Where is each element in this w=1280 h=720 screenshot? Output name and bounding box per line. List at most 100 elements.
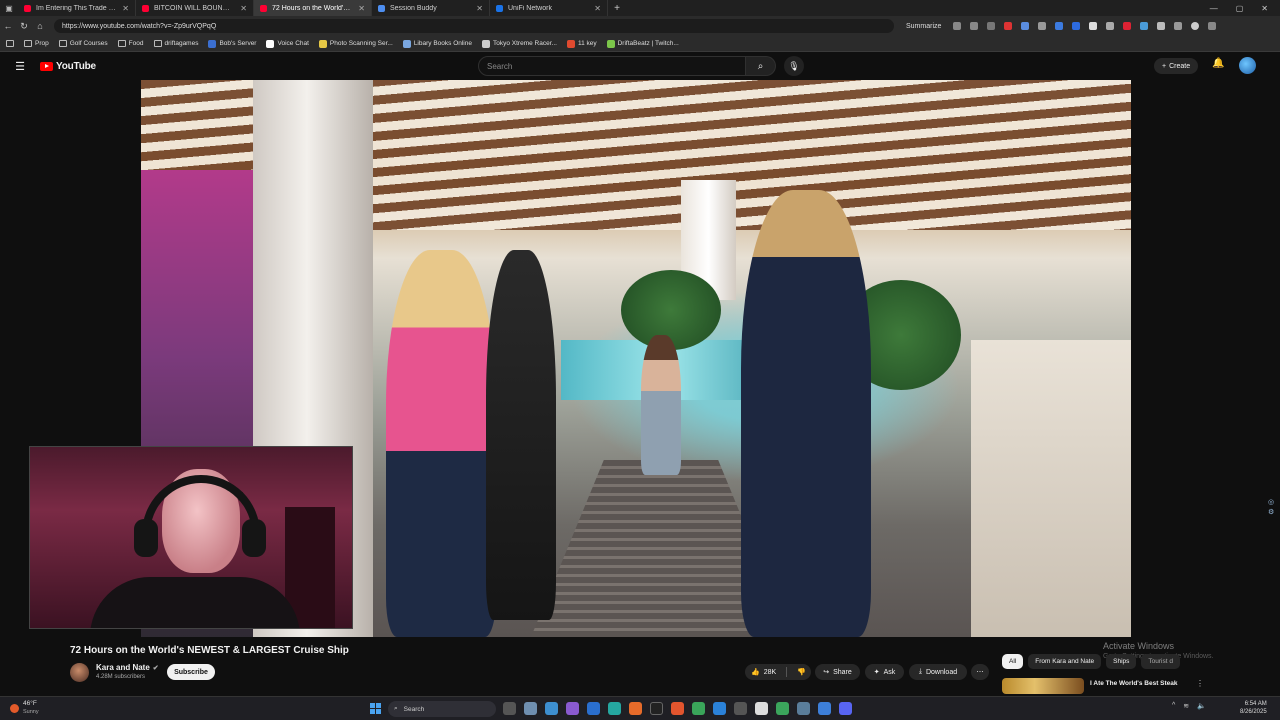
settings-icon[interactable]: ⚙	[1268, 508, 1278, 516]
profile-icon[interactable]	[1191, 22, 1200, 30]
app-icon[interactable]	[734, 702, 747, 715]
extension-icon[interactable]	[1106, 22, 1115, 30]
guide-menu-icon[interactable]: ☰	[0, 60, 40, 73]
browser-tab[interactable]: Im Entering This Trade NOW... ✕	[18, 0, 136, 16]
extension-icon[interactable]	[1089, 22, 1098, 30]
close-tab-icon[interactable]: ✕	[240, 4, 247, 13]
app-icon[interactable]	[545, 702, 558, 715]
dislike-icon[interactable]: 👎	[797, 668, 806, 676]
summarize-button[interactable]: Summarize	[906, 23, 941, 30]
app-icon[interactable]	[587, 702, 600, 715]
maximize-icon[interactable]: ▢	[1236, 4, 1244, 13]
channel-avatar[interactable]	[70, 663, 89, 682]
browser-menu-icon[interactable]: ▣	[0, 0, 18, 16]
browser-tab[interactable]: UniFi Network ✕	[490, 0, 608, 16]
windows-start-icon[interactable]	[370, 703, 381, 714]
copilot-icon[interactable]: ◎	[1268, 498, 1278, 506]
bookmark-item[interactable]: driftagames	[153, 40, 198, 47]
star-icon[interactable]	[987, 22, 996, 30]
filter-chip[interactable]: All	[1002, 654, 1024, 669]
tray-chevron-icon[interactable]: ^	[1172, 702, 1175, 710]
extension-icon[interactable]	[1055, 22, 1064, 30]
bookmark-item[interactable]: DriftaBeatz | Twitch...	[606, 39, 679, 48]
extension-icon[interactable]	[1038, 22, 1047, 30]
app-icon[interactable]	[692, 702, 705, 715]
wifi-icon[interactable]: ≋	[1183, 702, 1189, 710]
recommendation-thumbnail[interactable]	[1002, 678, 1084, 694]
bookmarks-menu-icon[interactable]	[6, 40, 14, 47]
like-icon[interactable]: 👍	[751, 668, 760, 676]
close-tab-icon[interactable]: ✕	[122, 4, 129, 13]
browser-tab[interactable]: BITCOIN WILL BOUNCE SOON AT... ✕	[136, 0, 254, 16]
bookmark-item[interactable]: Tokyo Xtreme Racer...	[481, 39, 557, 48]
app-icon[interactable]	[797, 702, 810, 715]
new-tab-button[interactable]: +	[608, 3, 626, 14]
ask-button[interactable]: ✦ Ask	[865, 664, 904, 680]
volume-icon[interactable]: 🔈	[1197, 702, 1206, 710]
bookmark-item[interactable]: Bob's Server	[208, 39, 256, 48]
settings-app-icon[interactable]	[524, 702, 537, 715]
bookmark-item[interactable]: Food	[117, 40, 144, 47]
filter-chip[interactable]: Ships	[1106, 654, 1137, 669]
recommendation-menu-icon[interactable]: ⋮	[1196, 679, 1204, 688]
brave-icon[interactable]	[671, 702, 684, 715]
minimize-icon[interactable]: —	[1210, 4, 1218, 13]
extension-icon[interactable]	[1123, 22, 1132, 30]
extension-icon[interactable]	[1021, 22, 1030, 30]
url-field[interactable]: https://www.youtube.com/watch?v=-Zp9urVQ…	[54, 19, 894, 33]
extension-icon[interactable]	[1072, 22, 1081, 30]
download-button[interactable]: ⤓ Download	[909, 664, 967, 680]
extension-icon[interactable]	[1140, 22, 1149, 30]
chrome-icon[interactable]	[776, 702, 789, 715]
subscribe-button[interactable]: Subscribe	[167, 664, 215, 680]
bookmark-item[interactable]: Golf Courses	[58, 40, 108, 47]
firefox-icon[interactable]	[629, 702, 642, 715]
extension-icon[interactable]	[1157, 22, 1166, 30]
side-panel-icons[interactable]: ◎ ⚙	[1268, 498, 1278, 520]
browser-tab[interactable]: Session Buddy ✕	[372, 0, 490, 16]
more-icon[interactable]	[1208, 22, 1217, 30]
bookmark-item[interactable]: Voice Chat	[266, 39, 309, 48]
search-input[interactable]: Search	[478, 56, 746, 76]
back-icon[interactable]: ←	[0, 21, 16, 31]
youtube-logo[interactable]: YouTube	[40, 61, 96, 72]
extension-icon[interactable]	[1004, 22, 1013, 30]
extension-icon[interactable]	[970, 22, 979, 30]
weather-widget[interactable]: 46°F Sunny	[10, 700, 39, 716]
extension-icon[interactable]	[953, 22, 962, 30]
close-tab-icon[interactable]: ✕	[476, 4, 483, 13]
app-icon[interactable]	[755, 702, 768, 715]
taskbar-search[interactable]: ⌕ Search	[388, 701, 496, 717]
close-tab-icon[interactable]: ✕	[358, 4, 365, 13]
edge-browser-icon[interactable]	[608, 702, 621, 715]
create-button[interactable]: + Create	[1154, 58, 1199, 74]
close-tab-icon[interactable]: ✕	[594, 4, 601, 13]
account-avatar[interactable]	[1239, 57, 1256, 74]
app-icon[interactable]	[818, 702, 831, 715]
channel-name[interactable]: Kara and Nate ✔	[96, 663, 159, 672]
browser-tab[interactable]: 72 Hours on the World's NE... ✕	[254, 0, 372, 16]
search-button[interactable]: ⌕	[746, 56, 776, 76]
reload-icon[interactable]: ↻	[16, 21, 32, 32]
app-icon[interactable]	[713, 702, 726, 715]
discord-icon[interactable]	[839, 702, 852, 715]
home-icon[interactable]: ⌂	[32, 21, 48, 31]
recommendation-title[interactable]: I Ate The World's Best Steak	[1090, 680, 1178, 687]
notifications-bell-icon[interactable]: 🔔	[1212, 58, 1224, 69]
bookmark-item[interactable]: Photo Scanning Ser...	[318, 39, 393, 48]
voice-search-button[interactable]: 🎙	[784, 56, 804, 76]
filter-chip[interactable]: Tourist d	[1141, 654, 1180, 669]
close-window-icon[interactable]: ✕	[1261, 4, 1268, 13]
share-button[interactable]: ↪ Share	[815, 664, 860, 680]
bookmark-item[interactable]: 11 key	[566, 39, 597, 48]
taskbar-clock[interactable]: 6:54 AM 8/26/2025	[1240, 700, 1267, 716]
more-actions-button[interactable]: ⋯	[971, 664, 989, 680]
app-icon[interactable]	[566, 702, 579, 715]
like-count[interactable]: 28K	[764, 669, 776, 676]
app-icon[interactable]	[650, 702, 663, 715]
bookmark-item[interactable]: Prop	[24, 40, 49, 47]
favorites-icon[interactable]	[1174, 22, 1183, 30]
taskview-icon[interactable]	[503, 702, 516, 715]
bookmark-item[interactable]: Libary Books Online	[402, 39, 472, 48]
filter-chip[interactable]: From Kara and Nate	[1028, 654, 1102, 669]
